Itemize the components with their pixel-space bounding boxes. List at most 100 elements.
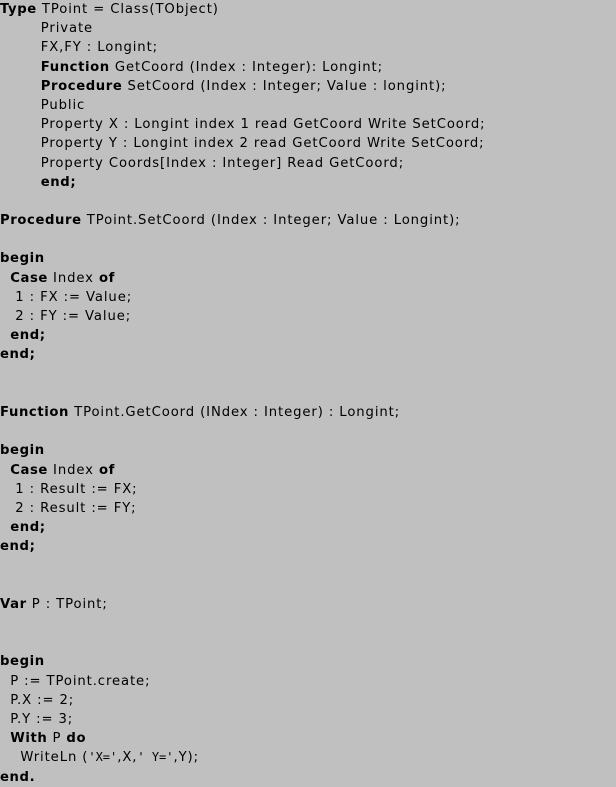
code-text: P.X := 2; — [10, 692, 75, 708]
keyword-token: end; — [40, 174, 77, 190]
code-text: P — [47, 731, 67, 747]
code-line: end; — [0, 537, 616, 556]
code-line: Case Index of — [0, 461, 616, 480]
code-line: Function GetCoord (Index : Integer): Lon… — [0, 58, 616, 77]
code-line: P := TPoint.create; — [0, 672, 616, 691]
code-text: Public — [40, 97, 86, 113]
code-line: end. — [0, 768, 616, 787]
code-line: Procedure SetCoord (Index : Integer; Val… — [0, 77, 616, 96]
keyword-token: Case — [10, 462, 48, 478]
keyword-token: Function — [40, 59, 110, 75]
code-line: begin — [0, 441, 616, 460]
code-line: end; — [0, 326, 616, 345]
code-line: Property Coords[Index : Integer] Read Ge… — [0, 154, 616, 173]
code-listing: Type TPoint = Class(TObject) Private FX,… — [0, 0, 616, 785]
string-literal: ' Y=' — [137, 750, 174, 765]
code-text: GetCoord (Index : Integer): Longint; — [109, 59, 383, 75]
code-line: WriteLn ('X=',X,' Y=',Y); — [0, 748, 616, 767]
code-text: Index — [47, 462, 99, 478]
code-line: With P do — [0, 729, 616, 748]
code-line: Property Y : Longint index 2 read GetCoo… — [0, 134, 616, 153]
code-line: 1 : FX := Value; — [0, 288, 616, 307]
code-text: TPoint = Class(TObject) — [36, 2, 219, 17]
keyword-token: begin — [0, 443, 45, 459]
code-line: Type TPoint = Class(TObject) — [0, 0, 616, 19]
keyword-token: With — [10, 731, 48, 747]
code-line: FX,FY : Longint; — [0, 38, 616, 57]
code-text: WriteLn ( — [20, 750, 89, 766]
code-text: TPoint.SetCoord (Index : Integer; Value … — [81, 213, 461, 229]
keyword-token: begin — [0, 654, 45, 670]
code-text: Private — [40, 21, 94, 37]
keyword-token: Procedure — [40, 78, 123, 94]
code-text: TPoint.GetCoord (INdex : Integer) : Long… — [69, 404, 401, 420]
code-line: Property X : Longint index 1 read GetCoo… — [0, 115, 616, 134]
code-line: Public — [0, 96, 616, 115]
code-line: Var P : TPoint; — [0, 595, 616, 614]
string-literal: 'X=' — [88, 750, 118, 765]
code-line: 2 : FY := Value; — [0, 307, 616, 326]
code-line: Private — [0, 19, 616, 38]
code-text: 1 : FX := Value; — [15, 289, 133, 305]
keyword-token: end; — [10, 520, 46, 536]
keyword-token: do — [66, 731, 87, 747]
keyword-token: end; — [0, 539, 36, 555]
keyword-token: end. — [0, 769, 36, 785]
code-line: end; — [0, 345, 616, 364]
code-text: ,Y); — [173, 750, 199, 766]
code-text: FX,FY : Longint; — [40, 40, 158, 56]
code-text: P := TPoint.create; — [10, 673, 151, 689]
code-text: P : TPoint; — [26, 596, 108, 612]
keyword-token: of — [98, 462, 115, 478]
code-line: 1 : Result := FX; — [0, 480, 616, 499]
keyword-token: end; — [10, 328, 46, 344]
keyword-token: end; — [0, 347, 36, 363]
code-line: 2 : Result := FY; — [0, 499, 616, 518]
keyword-token: of — [98, 270, 115, 286]
code-line: Function TPoint.GetCoord (INdex : Intege… — [0, 403, 616, 422]
keyword-token: Var — [0, 596, 27, 612]
code-text: Index — [47, 270, 99, 286]
code-line: end; — [0, 518, 616, 537]
keyword-token: Procedure — [0, 213, 82, 229]
code-line: begin — [0, 249, 616, 268]
code-text: 1 : Result := FX; — [15, 481, 138, 497]
keyword-token: Case — [10, 270, 48, 286]
code-line: end; — [0, 173, 616, 192]
code-line: P.Y := 3; — [0, 710, 616, 729]
code-line: P.X := 2; — [0, 691, 616, 710]
code-text: Property Coords[Index : Integer] Read Ge… — [40, 155, 405, 171]
code-text: Property X : Longint index 1 read GetCoo… — [40, 117, 486, 133]
keyword-token: Function — [0, 404, 70, 420]
code-text: 2 : FY := Value; — [15, 309, 132, 324]
code-line: begin — [0, 652, 616, 671]
code-text: SetCoord (Index : Integer; Value : longi… — [122, 78, 447, 94]
code-text: ,X, — [117, 750, 138, 766]
keyword-token: Type — [0, 2, 37, 17]
code-text: P.Y := 3; — [10, 711, 74, 727]
code-text: Property Y : Longint index 2 read GetCoo… — [40, 136, 485, 152]
code-text: 2 : Result := FY; — [15, 500, 137, 516]
